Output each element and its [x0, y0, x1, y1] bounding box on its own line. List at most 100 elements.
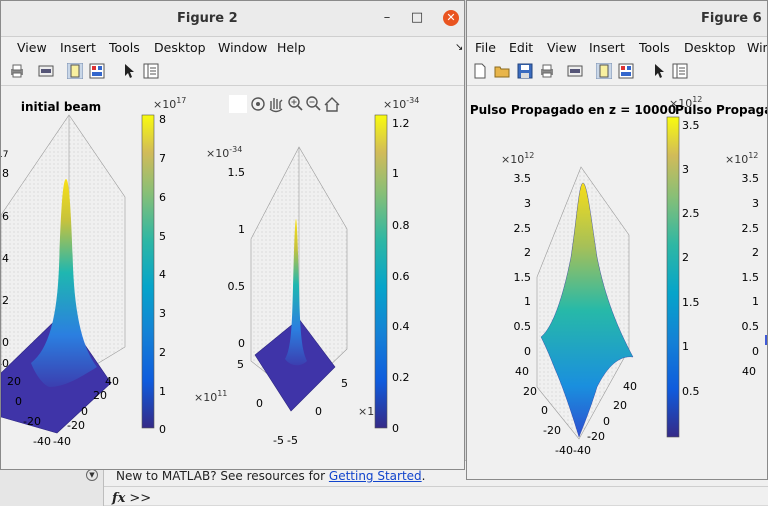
link-plot-icon[interactable] — [38, 63, 54, 79]
export-icon[interactable] — [251, 97, 265, 111]
figure-2-canvas: initial beam 17 8 6 4 2 0 40 20 0 -20 -4… — [1, 87, 464, 469]
x-tick: -20 — [587, 430, 605, 443]
open-file-icon[interactable] — [494, 63, 510, 79]
z-tick: 2 — [524, 246, 531, 259]
open-property-inspector-icon[interactable] — [672, 63, 688, 79]
z-exponent: ×1012 — [501, 151, 534, 166]
colorbar-tick: 0.5 — [682, 385, 700, 398]
z-tick: 1 — [752, 295, 759, 308]
banner-period: . — [421, 469, 426, 483]
colorbar-second-beam[interactable]: ×10-34 1.2 1 0.8 0.6 0.4 0.2 0 — [374, 96, 419, 435]
menu-window[interactable]: Window — [218, 40, 267, 55]
colorbar-pulso-propagado[interactable]: ×1012 3.5 3 2.5 2 1.5 1 0.5 — [666, 95, 702, 438]
hide-plot-tools-icon[interactable] — [67, 63, 83, 79]
figure-6-titlebar[interactable]: Figure 6 — [467, 1, 767, 37]
zoom-out-icon[interactable] — [306, 96, 321, 111]
menu-insert[interactable]: Insert — [589, 40, 625, 55]
show-plot-tools-icon[interactable] — [618, 63, 634, 79]
x-tick: 0 — [81, 405, 88, 418]
panel-collapse-icon[interactable]: ▼ — [86, 469, 98, 481]
x-exponent: ×1011 — [194, 389, 227, 404]
z-tick: 0.5 — [228, 280, 246, 293]
colorbar-initial-beam[interactable]: ×1017 8 7 6 5 4 3 2 1 0 — [141, 96, 186, 436]
menu-desktop[interactable]: Desktop — [684, 40, 736, 55]
menu-file[interactable]: File — [475, 40, 496, 55]
colorbar-tick: 5 — [159, 230, 166, 243]
save-icon[interactable] — [517, 63, 533, 79]
menu-tools[interactable]: Tools — [639, 40, 670, 55]
zoom-in-icon[interactable] — [288, 96, 303, 111]
y-tick: 5 — [237, 358, 244, 371]
divider — [104, 486, 768, 487]
hide-plot-tools-icon[interactable] — [596, 63, 612, 79]
figure-2-titlebar[interactable]: Figure 2 – □ ✕ — [1, 1, 464, 37]
prompt-symbol[interactable]: >> — [129, 491, 151, 506]
edit-plot-arrow-icon[interactable] — [651, 63, 667, 79]
figure-6-menubar: File Edit View Insert Tools Desktop Wind — [467, 37, 767, 59]
axes-initial-beam[interactable]: initial beam 17 8 6 4 2 0 40 20 0 -20 -4… — [1, 100, 126, 448]
colorbar-tick: 7 — [159, 152, 166, 165]
y-tick: -5 — [273, 434, 284, 447]
menu-window[interactable]: Wind — [747, 40, 767, 55]
menu-edit[interactable]: Edit — [509, 40, 533, 55]
colorbar-tick: 3.5 — [682, 119, 700, 132]
colorbar-tick: 3 — [159, 307, 166, 320]
new-figure-icon[interactable] — [472, 63, 488, 79]
colorbar-tick: 0 — [159, 423, 166, 436]
z-tick: 0 — [524, 345, 531, 358]
z-tick: 4 — [2, 252, 9, 265]
z-tick: 3.5 — [742, 172, 760, 185]
z-tick: 6 — [2, 210, 9, 223]
menu-view[interactable]: View — [547, 40, 577, 55]
z-tick: 1.5 — [514, 271, 532, 284]
partial-exponent: ×1 — [358, 405, 374, 418]
z-exponent: ×1012 — [725, 151, 758, 166]
menu-tools[interactable]: Tools — [109, 40, 140, 55]
print-icon[interactable] — [9, 63, 25, 79]
colorbar-tick: 1 — [392, 167, 399, 180]
axes-pulso-propagado[interactable]: Pulso Propagado en z = 10000 ×1012 3.5 3… — [470, 103, 676, 457]
figure-6-canvas: Pulso Propagado en z = 10000 ×1012 3.5 3… — [467, 87, 767, 479]
z-tick: 1.5 — [742, 271, 760, 284]
window-title: Figure 2 — [177, 11, 238, 26]
figure-2-window[interactable]: Figure 2 – □ ✕ View Insert Tools Desktop… — [0, 0, 465, 470]
edit-plot-arrow-icon[interactable] — [121, 63, 137, 79]
minimize-icon[interactable]: – — [379, 10, 395, 26]
z-tick: 3 — [524, 197, 531, 210]
menu-desktop[interactable]: Desktop — [154, 40, 206, 55]
link-plot-icon[interactable] — [567, 63, 583, 79]
z-exponent-partial: 17 — [1, 150, 8, 160]
colorbar-tick: 0.2 — [392, 371, 410, 384]
print-icon[interactable] — [539, 63, 555, 79]
colorbar-tick: 0.6 — [392, 270, 410, 283]
axes-second-beam[interactable]: ×10-34 1.5 1 0.5 0 5 0 -5 5 0 -5 ×1011 ×… — [194, 145, 374, 447]
x-tick: -40 — [573, 444, 591, 457]
pan-hand-icon[interactable] — [269, 98, 283, 113]
colorbar-tick: 2 — [159, 346, 166, 359]
colorbar-tick: 1 — [682, 340, 689, 353]
colorbar-tick: 2.5 — [682, 207, 700, 220]
z-exponent: ×10-34 — [206, 145, 242, 160]
close-icon[interactable]: ✕ — [443, 10, 459, 26]
axes-title: initial beam — [21, 100, 101, 114]
undock-arrow-icon[interactable]: ↘ — [455, 42, 463, 53]
colorbar-tick: 3 — [682, 163, 689, 176]
getting-started-banner: New to MATLAB? See resources for Getting… — [116, 469, 426, 483]
home-icon[interactable] — [324, 97, 340, 112]
open-property-inspector-icon[interactable] — [143, 63, 159, 79]
x-tick: -40 — [53, 435, 71, 448]
menu-insert[interactable]: Insert — [60, 40, 96, 55]
x-tick: -5 — [287, 434, 298, 447]
show-plot-tools-icon[interactable] — [89, 63, 105, 79]
menu-help[interactable]: Help — [277, 40, 306, 55]
left-tick-partial: 40 — [1, 357, 9, 370]
figure-6-window[interactable]: Figure 6 File Edit View Insert Tools Des… — [466, 0, 768, 480]
command-prompt[interactable]: fx >> — [112, 491, 151, 506]
z-tick: 2 — [2, 294, 9, 307]
getting-started-link[interactable]: Getting Started — [329, 469, 422, 483]
y-tick: 0 — [541, 404, 548, 417]
fx-icon[interactable]: fx — [112, 491, 125, 506]
axes-pulso-propagado-2[interactable]: Pulso Propaga ×1012 3.5 3 2.5 2 1.5 1 0.… — [675, 103, 768, 378]
maximize-icon[interactable]: □ — [409, 10, 425, 26]
menu-view[interactable]: View — [17, 40, 47, 55]
